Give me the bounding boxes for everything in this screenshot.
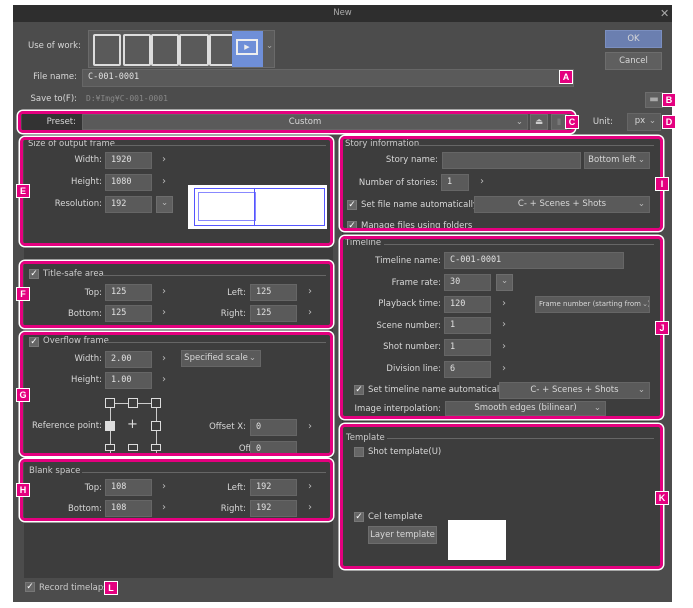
badge-l: L — [104, 581, 118, 595]
animation-icon[interactable]: ▶ — [232, 31, 263, 67]
chevron-down-icon: ⌄ — [648, 116, 656, 126]
badge-d: D — [662, 115, 676, 129]
unit-value: px — [634, 116, 646, 126]
unit-label: Unit: — [592, 117, 613, 127]
badge-g: G — [16, 388, 30, 402]
callout-i-frame — [340, 136, 663, 231]
chevron-down-icon[interactable]: ⌄ — [266, 41, 273, 51]
folder-button[interactable]: ▬ — [645, 92, 663, 108]
save-to-path: D:¥Img¥C-001-0001 — [86, 94, 168, 103]
dialog-title: New — [333, 8, 352, 18]
illustration-icon[interactable] — [93, 34, 121, 66]
badge-h: H — [16, 483, 30, 497]
callout-h-frame — [20, 459, 333, 521]
badge-k: K — [655, 491, 669, 505]
badge-a: A — [559, 70, 573, 84]
file-name-input[interactable]: C-001-0001 — [82, 69, 574, 87]
title-bar: New — [13, 5, 672, 22]
callout-f-frame — [20, 261, 333, 328]
badge-j: J — [655, 321, 669, 335]
ok-button[interactable]: OK — [605, 30, 662, 48]
cancel-button[interactable]: Cancel — [605, 52, 662, 70]
comic-icon[interactable] — [151, 34, 179, 66]
badge-b: B — [662, 93, 676, 107]
book-icon[interactable] — [179, 34, 209, 66]
save-to-label: Save to(F): — [30, 94, 77, 104]
use-of-work-label: Use of work: — [28, 41, 81, 51]
badge-c: C — [565, 115, 579, 129]
webtoon-icon[interactable] — [123, 34, 151, 66]
file-name-label: File name: — [33, 72, 77, 82]
folder-icon: ▬ — [649, 94, 659, 105]
callout-j-frame — [340, 236, 663, 419]
close-icon[interactable]: ✕ — [660, 5, 669, 22]
record-timelapse-label: Record timelapse — [39, 583, 113, 593]
callout-e-frame — [20, 137, 333, 246]
badge-i: I — [655, 177, 669, 191]
use-of-work-selector: ▶ ⌄ — [88, 30, 275, 68]
badge-f: F — [16, 287, 30, 301]
record-timelapse-checkbox[interactable]: ✓ — [25, 582, 35, 592]
badge-e: E — [16, 184, 30, 198]
callout-c-frame — [18, 111, 575, 133]
callout-k-frame — [340, 424, 663, 569]
unit-dropdown[interactable]: px ⌄ — [627, 113, 661, 131]
callout-g-frame — [20, 332, 333, 456]
